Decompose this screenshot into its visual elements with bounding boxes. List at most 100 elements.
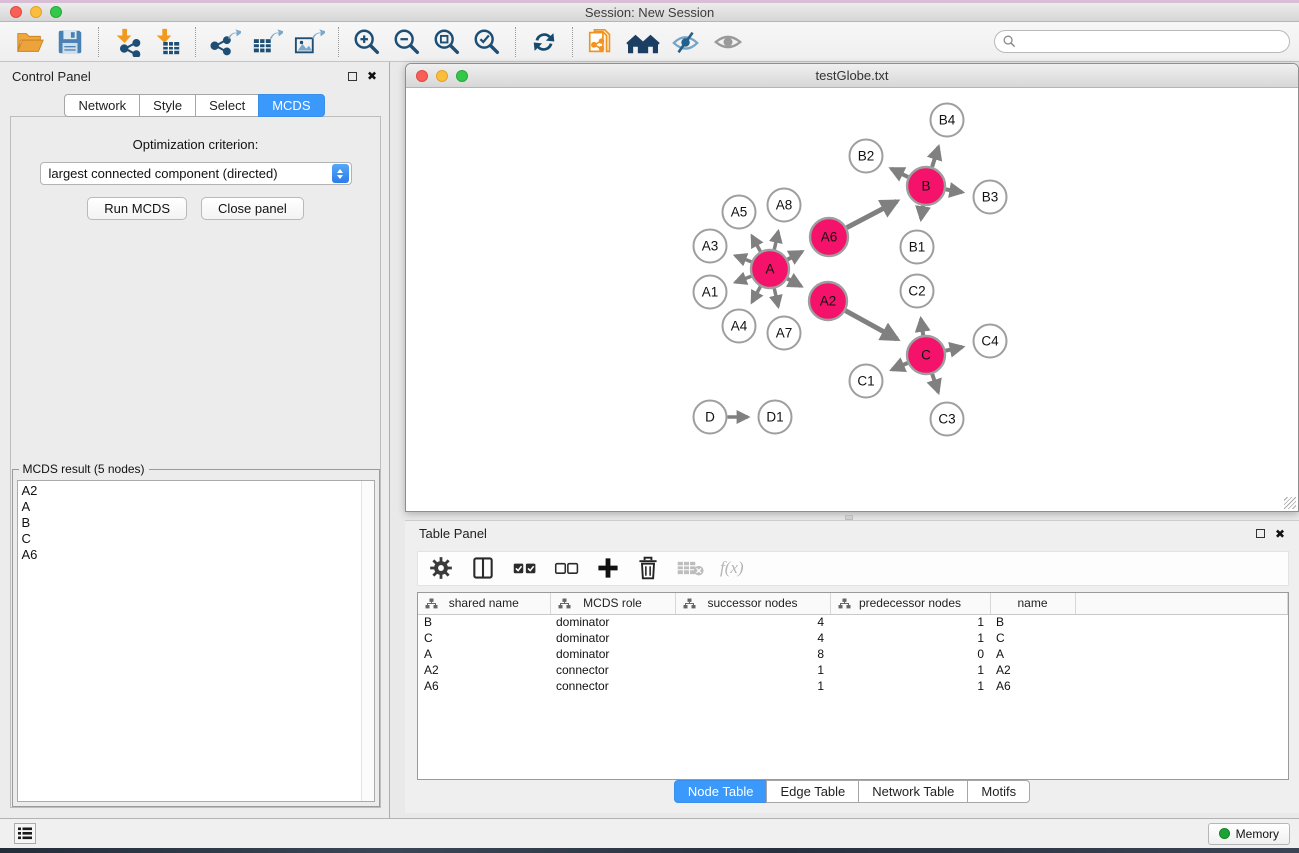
export-table-button[interactable] xyxy=(246,25,288,59)
edge-C-C2[interactable] xyxy=(921,319,923,335)
column-header-predecessor-nodes[interactable]: predecessor nodes xyxy=(830,593,990,614)
import-table-button[interactable] xyxy=(147,25,187,59)
network-window-titlebar[interactable]: testGlobe.txt xyxy=(406,64,1298,88)
edge-A-A7[interactable] xyxy=(774,289,778,307)
node-B4[interactable]: B4 xyxy=(931,104,964,137)
node-C[interactable]: C xyxy=(907,336,945,374)
edge-A-A2[interactable] xyxy=(788,279,802,286)
edge-B-B2[interactable] xyxy=(891,169,908,177)
node-table[interactable]: shared nameMCDS rolesuccessor nodesprede… xyxy=(417,592,1289,780)
node-B1[interactable]: B1 xyxy=(901,231,934,264)
node-C3[interactable]: C3 xyxy=(931,403,964,436)
close-panel-icon[interactable]: ✖ xyxy=(1275,528,1285,540)
mcds-result-item[interactable]: A6 xyxy=(22,547,361,563)
edge-A-A8[interactable] xyxy=(774,232,778,250)
node-C1[interactable]: C1 xyxy=(850,365,883,398)
export-network-button[interactable] xyxy=(204,25,246,59)
search-field[interactable] xyxy=(994,30,1290,53)
table-row[interactable]: Adominator80A xyxy=(418,646,1288,662)
optimization-criterion-select[interactable]: largest connected component (directed) xyxy=(40,162,352,185)
node-A5[interactable]: A5 xyxy=(723,196,756,229)
node-B3[interactable]: B3 xyxy=(974,181,1007,214)
edge-C-C3[interactable] xyxy=(932,374,938,392)
node-A6[interactable]: A6 xyxy=(810,218,848,256)
table-row[interactable]: A6connector11A6 xyxy=(418,678,1288,694)
edge-A-A4[interactable] xyxy=(752,287,760,303)
hide-selected-button[interactable] xyxy=(665,25,707,59)
task-history-button[interactable] xyxy=(14,823,36,844)
edge-A2-C[interactable] xyxy=(846,311,898,339)
tab-style[interactable]: Style xyxy=(139,94,196,117)
zoom-selected-button[interactable] xyxy=(467,25,507,59)
float-panel-icon[interactable] xyxy=(348,72,357,81)
column-header-MCDS-role[interactable]: MCDS role xyxy=(550,593,675,614)
close-panel-icon[interactable]: ✖ xyxy=(367,70,377,82)
show-columns-button[interactable] xyxy=(470,555,496,581)
scrollbar[interactable] xyxy=(361,481,374,801)
show-all-button[interactable] xyxy=(707,25,749,59)
function-builder-button[interactable]: f(x) xyxy=(720,558,744,578)
tab-network-table[interactable]: Network Table xyxy=(858,780,968,803)
node-A2[interactable]: A2 xyxy=(809,282,847,320)
resize-grip[interactable] xyxy=(1284,497,1296,509)
home-layout-button[interactable] xyxy=(621,25,665,59)
network-canvas[interactable]: B4B2BB3A8A5A6A3B1AA1C2A2A4A7C4CC1C3DD1 xyxy=(406,88,1298,511)
edge-A6-B[interactable] xyxy=(847,201,897,227)
edge-A-A3[interactable] xyxy=(735,256,751,262)
edge-A-A1[interactable] xyxy=(735,276,751,282)
mcds-result-item[interactable]: C xyxy=(22,531,361,547)
edge-B-B3[interactable] xyxy=(946,189,962,192)
tab-mcds[interactable]: MCDS xyxy=(258,94,324,117)
table-row[interactable]: Cdominator41C xyxy=(418,630,1288,646)
search-input[interactable] xyxy=(1021,35,1289,49)
node-B[interactable]: B xyxy=(907,167,945,205)
edge-B-B4[interactable] xyxy=(932,147,938,167)
node-C4[interactable]: C4 xyxy=(974,325,1007,358)
node-A8[interactable]: A8 xyxy=(768,189,801,222)
tab-motifs[interactable]: Motifs xyxy=(967,780,1030,803)
node-B2[interactable]: B2 xyxy=(850,140,883,173)
mcds-result-item[interactable]: A xyxy=(22,499,361,515)
refresh-layout-button[interactable] xyxy=(524,25,564,59)
column-header-successor-nodes[interactable]: successor nodes xyxy=(675,593,830,614)
node-C2[interactable]: C2 xyxy=(901,275,934,308)
tab-select[interactable]: Select xyxy=(195,94,259,117)
tab-node-table[interactable]: Node Table xyxy=(674,780,768,803)
delete-column-button[interactable] xyxy=(636,555,660,581)
mcds-result-item[interactable]: B xyxy=(22,515,361,531)
node-A3[interactable]: A3 xyxy=(694,230,727,263)
tab-network[interactable]: Network xyxy=(64,94,140,117)
zoom-in-button[interactable] xyxy=(347,25,387,59)
zoom-fit-button[interactable] xyxy=(427,25,467,59)
edge-A-A6[interactable] xyxy=(788,252,802,260)
deselect-all-rows-button[interactable] xyxy=(554,559,580,577)
edge-A-A5[interactable] xyxy=(752,236,760,252)
open-session-button[interactable] xyxy=(10,25,50,59)
add-column-button[interactable] xyxy=(596,556,620,580)
node-A1[interactable]: A1 xyxy=(694,276,727,309)
edge-B-B1[interactable] xyxy=(921,206,923,219)
table-row[interactable]: Bdominator41B xyxy=(418,614,1288,630)
network-graph[interactable]: B4B2BB3A8A5A6A3B1AA1C2A2A4A7C4CC1C3DD1 xyxy=(406,88,1298,511)
mcds-result-list[interactable]: A2ABCA6 xyxy=(17,480,375,802)
node-A7[interactable]: A7 xyxy=(768,317,801,350)
mcds-result-item[interactable]: A2 xyxy=(22,483,361,499)
node-D1[interactable]: D1 xyxy=(759,401,792,434)
float-panel-icon[interactable] xyxy=(1256,529,1265,538)
edge-C-C1[interactable] xyxy=(892,363,908,370)
clear-table-button[interactable] xyxy=(676,558,704,578)
new-network-from-selection-button[interactable] xyxy=(581,25,621,59)
column-header-shared-name[interactable]: shared name xyxy=(418,593,550,614)
close-panel-button[interactable]: Close panel xyxy=(201,197,304,220)
edge-C-C4[interactable] xyxy=(946,347,963,351)
table-row[interactable]: A2connector11A2 xyxy=(418,662,1288,678)
export-image-button[interactable] xyxy=(288,25,330,59)
import-network-button[interactable] xyxy=(107,25,147,59)
memory-button[interactable]: Memory xyxy=(1208,823,1290,845)
table-settings-button[interactable] xyxy=(428,555,454,581)
node-D[interactable]: D xyxy=(694,401,727,434)
tab-edge-table[interactable]: Edge Table xyxy=(766,780,859,803)
select-all-rows-button[interactable] xyxy=(512,559,538,577)
node-A4[interactable]: A4 xyxy=(723,310,756,343)
zoom-out-button[interactable] xyxy=(387,25,427,59)
